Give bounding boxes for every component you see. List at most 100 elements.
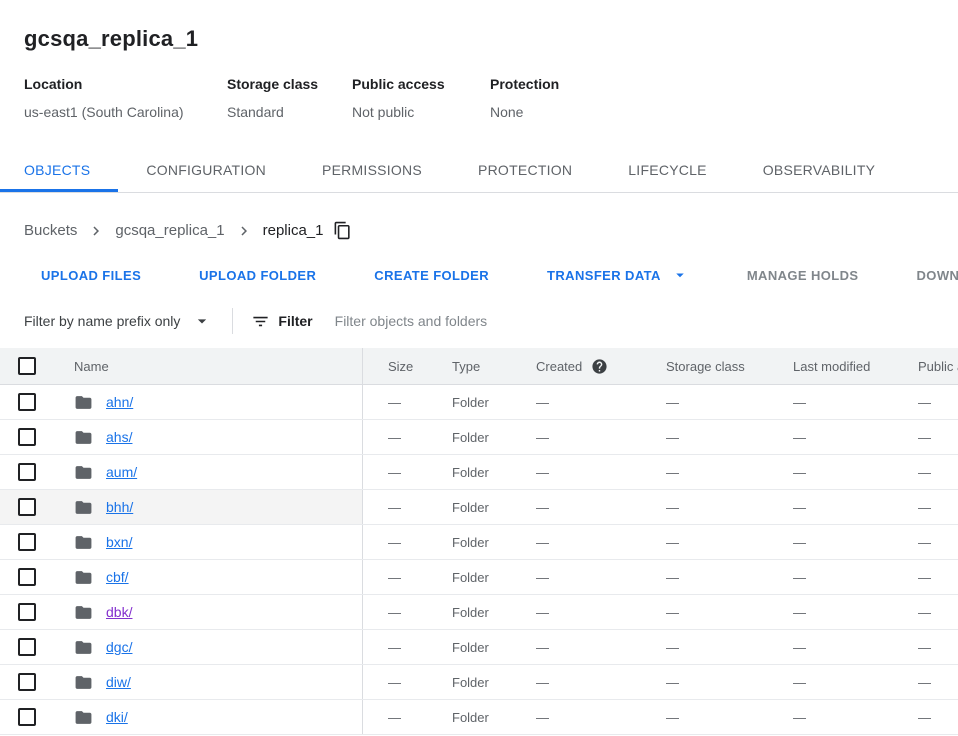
row-last-modified: — bbox=[773, 420, 898, 454]
upload-files-button[interactable]: UPLOAD FILES bbox=[41, 268, 141, 283]
table-row: dgc/—Folder———— bbox=[0, 630, 958, 665]
table-row: cbf/—Folder———— bbox=[0, 560, 958, 595]
folder-icon bbox=[74, 428, 93, 447]
row-checkbox-cell bbox=[0, 700, 56, 734]
object-link[interactable]: aum/ bbox=[106, 464, 137, 480]
row-checkbox[interactable] bbox=[18, 533, 36, 551]
column-header-last-modified[interactable]: Last modified bbox=[773, 348, 898, 384]
object-link[interactable]: bhh/ bbox=[106, 499, 133, 515]
row-checkbox[interactable] bbox=[18, 603, 36, 621]
row-created: — bbox=[516, 525, 646, 559]
row-storage-class: — bbox=[646, 665, 773, 699]
meta-value: None bbox=[490, 104, 610, 120]
row-created: — bbox=[516, 385, 646, 419]
object-link[interactable]: ahs/ bbox=[106, 429, 132, 445]
column-header-type[interactable]: Type bbox=[440, 348, 516, 384]
row-checkbox[interactable] bbox=[18, 498, 36, 516]
folder-icon bbox=[74, 498, 93, 517]
object-link[interactable]: dgc/ bbox=[106, 639, 132, 655]
folder-icon bbox=[74, 533, 93, 552]
filter-label: Filter bbox=[278, 313, 312, 329]
object-link[interactable]: dbk/ bbox=[106, 604, 132, 620]
filter-scope-select[interactable]: Filter by name prefix only bbox=[24, 311, 212, 331]
transfer-data-button[interactable]: TRANSFER DATA bbox=[547, 266, 689, 284]
row-checkbox[interactable] bbox=[18, 673, 36, 691]
row-type: Folder bbox=[440, 665, 516, 699]
row-size: — bbox=[363, 560, 440, 594]
bucket-header: gcsqa_replica_1 Locationus-east1 (South … bbox=[0, 0, 958, 120]
row-public-access: — bbox=[898, 700, 958, 734]
meta-value: us-east1 (South Carolina) bbox=[24, 104, 227, 120]
row-name-cell: ahs/ bbox=[56, 420, 363, 454]
row-name-cell: cbf/ bbox=[56, 560, 363, 594]
select-all-checkbox[interactable] bbox=[18, 357, 36, 375]
tab-observability[interactable]: OBSERVABILITY bbox=[735, 147, 903, 192]
upload-folder-button[interactable]: UPLOAD FOLDER bbox=[199, 268, 316, 283]
object-link[interactable]: bxn/ bbox=[106, 534, 132, 550]
row-type: Folder bbox=[440, 455, 516, 489]
download-button[interactable]: DOWNLOAD bbox=[917, 268, 958, 283]
row-public-access: — bbox=[898, 455, 958, 489]
row-checkbox-cell bbox=[0, 630, 56, 664]
row-public-access: — bbox=[898, 525, 958, 559]
row-checkbox[interactable] bbox=[18, 463, 36, 481]
row-storage-class: — bbox=[646, 700, 773, 734]
row-name-cell: dki/ bbox=[56, 700, 363, 734]
row-checkbox[interactable] bbox=[18, 393, 36, 411]
row-checkbox[interactable] bbox=[18, 428, 36, 446]
row-checkbox-cell bbox=[0, 665, 56, 699]
row-checkbox-cell bbox=[0, 420, 56, 454]
breadcrumb-item-gcsqa_replica_1[interactable]: gcsqa_replica_1 bbox=[115, 222, 224, 239]
chevron-down-icon bbox=[192, 311, 212, 331]
row-checkbox-cell bbox=[0, 490, 56, 524]
tab-configuration[interactable]: CONFIGURATION bbox=[118, 147, 294, 192]
toolbar-button-label: TRANSFER DATA bbox=[547, 268, 661, 283]
tab-protection[interactable]: PROTECTION bbox=[450, 147, 600, 192]
table-row: dki/—Folder———— bbox=[0, 700, 958, 735]
tab-objects[interactable]: OBJECTS bbox=[0, 147, 118, 192]
row-checkbox[interactable] bbox=[18, 708, 36, 726]
tab-lifecycle[interactable]: LIFECYCLE bbox=[600, 147, 735, 192]
folder-icon bbox=[74, 708, 93, 727]
object-link[interactable]: dki/ bbox=[106, 709, 128, 725]
row-type: Folder bbox=[440, 595, 516, 629]
row-created: — bbox=[516, 630, 646, 664]
filter-input[interactable] bbox=[335, 313, 635, 329]
row-name-cell: bhh/ bbox=[56, 490, 363, 524]
column-header-created[interactable]: Created bbox=[516, 348, 646, 384]
table-header: Name Size Type Created Storage class Las… bbox=[0, 348, 958, 385]
table-row: diw/—Folder———— bbox=[0, 665, 958, 700]
help-icon[interactable] bbox=[591, 358, 608, 375]
row-name-cell: diw/ bbox=[56, 665, 363, 699]
toolbar-button-label: DOWNLOAD bbox=[917, 268, 958, 283]
row-storage-class: — bbox=[646, 385, 773, 419]
object-link[interactable]: diw/ bbox=[106, 674, 131, 690]
tab-permissions[interactable]: PERMISSIONS bbox=[294, 147, 450, 192]
row-public-access: — bbox=[898, 665, 958, 699]
row-checkbox-cell bbox=[0, 385, 56, 419]
row-last-modified: — bbox=[773, 665, 898, 699]
row-size: — bbox=[363, 420, 440, 454]
row-size: — bbox=[363, 630, 440, 664]
column-header-storage-class[interactable]: Storage class bbox=[646, 348, 773, 384]
column-header-size[interactable]: Size bbox=[363, 348, 440, 384]
row-size: — bbox=[363, 700, 440, 734]
column-header-public-access[interactable]: Public access bbox=[898, 348, 958, 384]
column-header-name[interactable]: Name bbox=[56, 348, 363, 384]
row-checkbox[interactable] bbox=[18, 568, 36, 586]
meta-label: Public access bbox=[352, 76, 490, 92]
row-name-cell: ahn/ bbox=[56, 385, 363, 419]
filter-list-icon bbox=[251, 312, 270, 331]
object-link[interactable]: ahn/ bbox=[106, 394, 133, 410]
row-size: — bbox=[363, 525, 440, 559]
content-copy-icon[interactable] bbox=[333, 221, 352, 240]
row-checkbox[interactable] bbox=[18, 638, 36, 656]
row-last-modified: — bbox=[773, 455, 898, 489]
object-link[interactable]: cbf/ bbox=[106, 569, 129, 585]
row-public-access: — bbox=[898, 630, 958, 664]
manage-holds-button[interactable]: MANAGE HOLDS bbox=[747, 268, 859, 283]
bucket-meta-item: Public accessNot public bbox=[352, 76, 490, 120]
breadcrumb-item-Buckets[interactable]: Buckets bbox=[24, 222, 77, 239]
row-storage-class: — bbox=[646, 630, 773, 664]
create-folder-button[interactable]: CREATE FOLDER bbox=[374, 268, 489, 283]
